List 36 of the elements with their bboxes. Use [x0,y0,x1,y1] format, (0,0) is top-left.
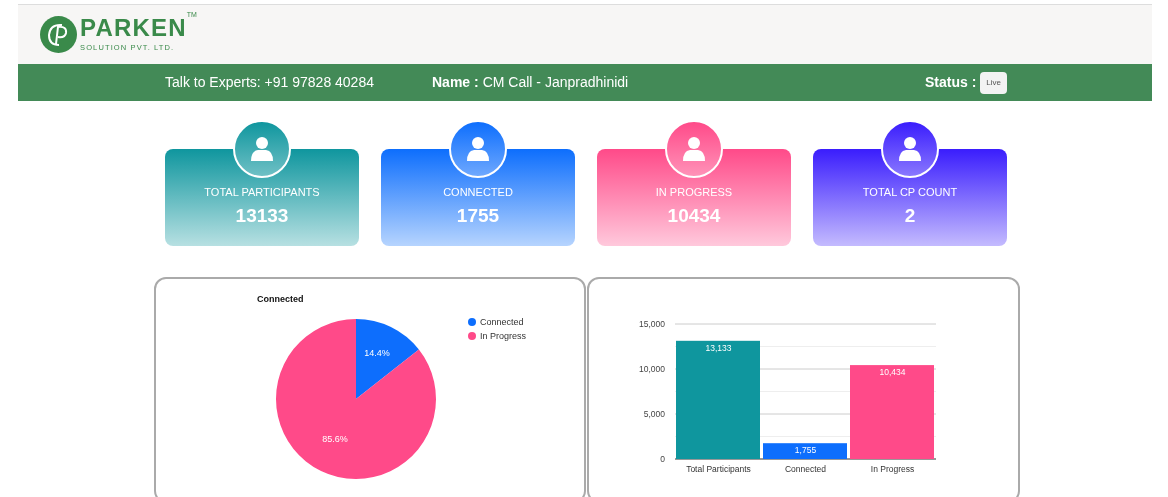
user-icon [682,136,706,162]
axis-tick-label: 10,000 [639,364,665,374]
stat-label: TOTAL CP COUNT [862,184,958,200]
stat-label: IN PROGRESS [655,184,733,200]
name-value: CM Call - Janpradhinidi [482,73,629,92]
name-label: Name : [432,73,479,92]
stat-value: 2 [904,204,916,228]
category-label: Total Participants [686,464,751,474]
axis-tick-label: 5,000 [643,409,665,419]
status-badge: Live [980,71,1007,94]
stat-value: 13133 [235,204,289,228]
experts-contact: Talk to Experts: +91 97828 40284 [165,73,374,92]
chart-title: Connected [257,294,304,304]
legend-label: Connected [480,317,524,327]
bar-value-label: 1,755 [794,445,817,456]
legend-dot [468,318,476,326]
user-icon [250,136,274,162]
axis-tick-label: 0 [660,454,665,464]
user-icon [466,136,490,162]
bar-value-label: 13,133 [705,342,732,353]
legend-label: In Progress [480,331,527,341]
stat-value: 10434 [667,204,721,228]
category-label: In Progress [870,464,915,474]
axis-tick-label: 15,000 [639,319,665,329]
stat-value: 1755 [456,204,500,228]
slice-label: 14.4% [364,347,390,358]
legend-dot [468,332,476,340]
stat-label: CONNECTED [443,184,513,200]
category-label: Connected [784,464,827,474]
logo-name: PARKEN [80,15,187,40]
stat-label: TOTAL PARTICIPANTS [204,184,320,200]
bar-value-label: 10,434 [879,367,906,378]
user-icon [898,136,922,162]
logo-icon [40,16,77,53]
status-label: Status : [924,73,977,92]
slice-label: 85.6% [322,434,348,445]
